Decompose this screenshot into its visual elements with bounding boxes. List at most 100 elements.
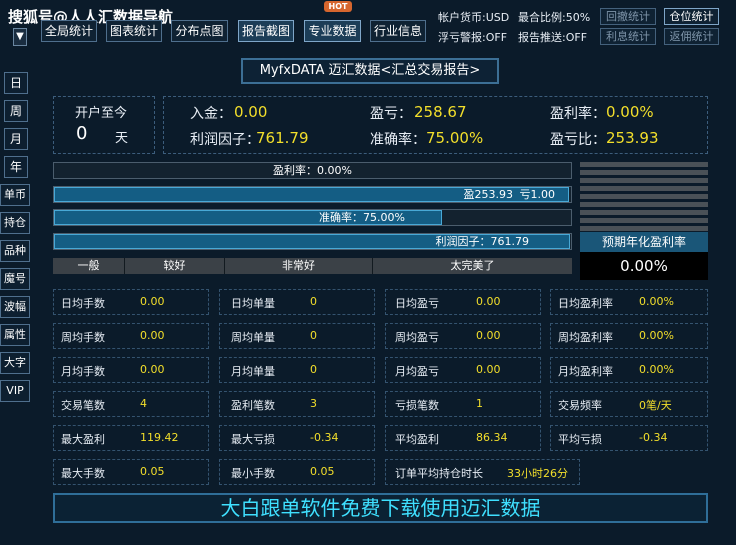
stat-key: 日均盈亏	[395, 297, 439, 310]
menu-dropdown-icon[interactable]: ▼	[13, 28, 27, 46]
stat-key: 最大亏损	[231, 433, 275, 446]
stat-key: 周均盈亏	[395, 331, 439, 344]
since-open-value: 0	[76, 123, 88, 144]
rating-scale: 一般 较好 非常好 太完美了	[53, 258, 572, 274]
stat-cell: 月均单量 0	[219, 357, 375, 383]
sidebar-item-single-currency[interactable]: 单币	[0, 184, 30, 206]
stat-cell: 最小手数 0.05	[219, 459, 375, 485]
profit-factor-label: 利润因子：	[190, 132, 260, 148]
stripe	[580, 170, 708, 175]
interest-stats-button[interactable]: 利息统计	[600, 28, 656, 45]
drawdown-stats-button[interactable]: 回撤统计	[600, 8, 656, 25]
stat-cell: 周均盈亏 0.00	[385, 323, 541, 349]
stat-key: 月均盈亏	[395, 365, 439, 378]
stat-key: 周均手数	[61, 331, 105, 344]
scatter-plot-button[interactable]: 分布点图	[171, 20, 228, 42]
stat-cell: 盈利笔数 3	[219, 391, 375, 417]
stat-key: 平均盈利	[395, 433, 439, 446]
stat-value: 0.05	[140, 465, 165, 478]
sidebar-item-attributes[interactable]: 属性	[0, 324, 30, 346]
sidebar-item-day[interactable]: 日	[4, 72, 28, 94]
stat-cell: 平均盈利 86.34	[385, 425, 541, 451]
stat-key: 交易笔数	[61, 399, 105, 412]
stat-value: 0.00	[140, 295, 165, 308]
sidebar-item-vip[interactable]: VIP	[0, 380, 30, 402]
stat-key: 日均盈利率	[558, 297, 613, 310]
sidebar-item-magic[interactable]: 魔号	[0, 268, 30, 290]
stat-key: 月均手数	[61, 365, 105, 378]
report-screenshot-button[interactable]: 报告截图	[238, 20, 294, 42]
scale-label-perfect: 太完美了	[450, 259, 495, 272]
sidebar-item-positions[interactable]: 持仓	[0, 212, 30, 234]
deposit-value: 0.00	[234, 103, 268, 121]
stat-value: 0	[310, 363, 317, 376]
stat-key: 最大盈利	[61, 433, 105, 446]
since-open-box: 开户至今 0 天	[53, 96, 155, 154]
stat-key: 亏损笔数	[395, 399, 439, 412]
stat-value: 0.00	[140, 329, 165, 342]
stat-cell: 平均亏损 -0.34	[550, 425, 708, 451]
stat-value: 0笔/天	[639, 399, 672, 412]
stat-value: 0.00	[476, 295, 501, 308]
industry-info-button[interactable]: 行业信息	[370, 20, 426, 42]
profit-rate-label: 盈利率：	[550, 106, 606, 122]
stat-cell: 日均手数 0.00	[53, 289, 209, 315]
profit-factor-bar-label: 利润因子：761.79	[435, 235, 530, 248]
stat-key: 盈利笔数	[231, 399, 275, 412]
stat-value: 0.00	[140, 363, 165, 376]
stat-cell: 交易频率 0笔/天	[550, 391, 708, 417]
pl-ratio-profit-label: 盈253.93	[463, 188, 514, 201]
stripe	[580, 226, 708, 231]
account-currency: 帐户货币:USD	[438, 11, 510, 24]
stripe	[580, 186, 708, 191]
stat-value: 0	[310, 295, 317, 308]
profit-rate-bar-label: 盈利率：0.00%	[273, 164, 352, 177]
pro-data-button[interactable]: 专业数据	[304, 20, 361, 42]
chart-stats-button[interactable]: 图表统计	[106, 20, 162, 42]
annual-return-label: 预期年化盈利率	[580, 232, 708, 252]
accuracy-bar-label: 准确率：75.00%	[319, 211, 405, 224]
sidebar-item-symbols[interactable]: 品种	[0, 240, 30, 262]
stripe	[580, 178, 708, 183]
stat-cell: 最大手数 0.05	[53, 459, 209, 485]
sidebar-item-month[interactable]: 月	[4, 128, 28, 150]
stat-value: 0.00%	[639, 329, 674, 342]
hot-badge: HOT	[324, 1, 352, 12]
stripe	[580, 218, 708, 223]
sidebar-item-volatility[interactable]: 波幅	[0, 296, 30, 318]
stat-cell: 周均盈利率 0.00%	[550, 323, 708, 349]
stat-key: 交易频率	[558, 399, 602, 412]
global-stats-button[interactable]: 全局统计	[41, 20, 97, 42]
stat-cell: 最大亏损 -0.34	[219, 425, 375, 451]
position-stats-button[interactable]: 仓位统计	[664, 8, 719, 25]
stripe	[580, 202, 708, 207]
stat-value: 86.34	[476, 431, 508, 444]
accuracy-value: 75.00%	[426, 129, 484, 147]
stat-key: 最小手数	[231, 467, 275, 480]
sidebar-item-year[interactable]: 年	[4, 156, 28, 178]
pnl-label: 盈亏：	[370, 106, 412, 122]
accuracy-bar: 准确率：75.00%	[53, 209, 572, 226]
stat-value: 0.00	[476, 329, 501, 342]
stat-value: 0.00	[476, 363, 501, 376]
pl-ratio-loss-label: 亏1.00	[519, 188, 556, 201]
since-open-label: 开户至今	[75, 106, 128, 121]
sidebar-item-large-font[interactable]: 大字	[0, 352, 30, 374]
stat-value: 3	[310, 397, 317, 410]
scale-label-very-good: 非常好	[225, 258, 373, 274]
stat-key: 月均盈利率	[558, 365, 613, 378]
sidebar-item-week[interactable]: 周	[4, 100, 28, 122]
profit-rate-bar: 盈利率：0.00%	[53, 162, 572, 179]
promo-banner[interactable]: 大白跟单软件免费下载使用迈汇数据	[53, 493, 708, 523]
rebate-stats-button[interactable]: 返佣统计	[664, 28, 719, 45]
stat-cell: 最大盈利 119.42	[53, 425, 209, 451]
stat-value: 0.00%	[639, 295, 674, 308]
stat-key: 平均亏损	[558, 433, 602, 446]
stat-value: -0.34	[310, 431, 339, 444]
stripe	[580, 194, 708, 199]
stat-value: -0.34	[639, 431, 668, 444]
pl-ratio-value: 253.93	[606, 129, 659, 147]
stat-cell-avg-hold: 订单平均持仓时长 33小时26分	[385, 459, 580, 485]
accuracy-label: 准确率：	[370, 132, 426, 148]
since-open-unit: 天	[115, 131, 129, 146]
